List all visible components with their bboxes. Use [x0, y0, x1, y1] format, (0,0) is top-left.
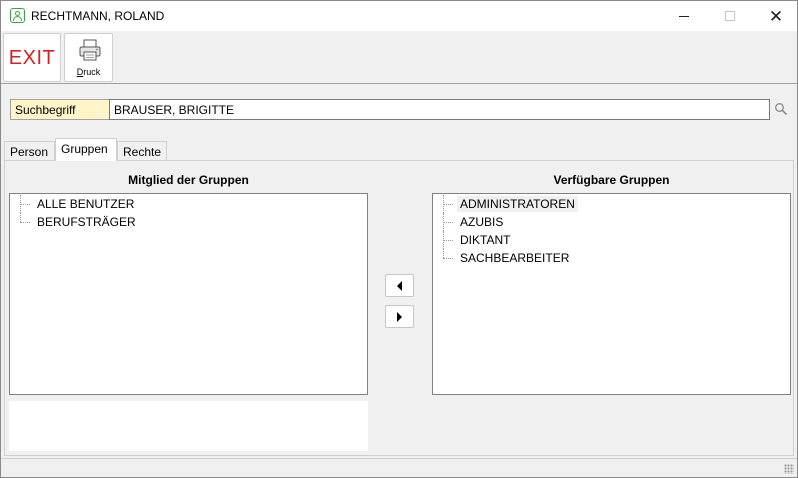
available-groups-title: Verfügbare Gruppen [553, 173, 670, 187]
title-bar[interactable]: RECHTMANN, ROLAND ✕ [1, 1, 797, 31]
maximize-icon [725, 11, 735, 21]
member-groups-list[interactable]: ALLE BENUTZER BERUFSTRÄGER [9, 193, 368, 395]
available-groups-list[interactable]: ADMINISTRATOREN AZUBIS DIKTANT SACHBEARB… [432, 193, 791, 395]
list-item[interactable]: ALLE BENUTZER [20, 195, 137, 213]
tree-item-label: SACHBEARBEITER [460, 251, 570, 265]
exit-label: EXIT [8, 47, 56, 69]
resize-grip-icon[interactable] [784, 464, 794, 474]
tab-gruppen[interactable]: Gruppen [55, 138, 117, 161]
tree-item-label: DIKTANT [460, 233, 511, 247]
member-groups-title: Mitglied der Gruppen [128, 173, 249, 187]
info-panel [9, 401, 368, 451]
add-to-member-button[interactable] [385, 274, 414, 297]
list-item[interactable]: DIKTANT [443, 231, 513, 249]
close-icon: ✕ [768, 6, 784, 26]
maximize-button[interactable] [707, 1, 753, 31]
exit-button[interactable]: EXIT [3, 33, 61, 82]
search-button[interactable] [772, 100, 790, 118]
printer-icon [79, 39, 101, 61]
status-bar [1, 458, 797, 477]
magnifier-icon [775, 103, 788, 116]
tree-item-label: BERUFSTRÄGER [37, 215, 136, 229]
list-item[interactable]: AZUBIS [443, 213, 506, 231]
print-button[interactable]: Druck [64, 33, 113, 82]
search-label: Suchbegriff [10, 99, 110, 120]
search-input[interactable] [109, 99, 770, 120]
tree-item-label: ADMINISTRATOREN [457, 196, 578, 212]
main-window: RECHTMANN, ROLAND ✕ EXIT Druck Suchbegri… [0, 0, 798, 478]
list-item[interactable]: BERUFSTRÄGER [20, 213, 139, 231]
arrow-right-icon [397, 311, 402, 322]
remove-from-member-button[interactable] [385, 305, 414, 328]
tree-item-label: ALLE BENUTZER [37, 197, 135, 211]
toolbar: EXIT Druck [1, 31, 797, 84]
list-item[interactable]: SACHBEARBEITER [443, 249, 572, 267]
tab-person[interactable]: Person [4, 141, 55, 161]
close-button[interactable]: ✕ [753, 1, 798, 31]
tab-rechte[interactable]: Rechte [117, 141, 167, 161]
minimize-button[interactable] [661, 1, 707, 31]
user-card-icon [10, 8, 25, 23]
tree-item-label: AZUBIS [460, 215, 504, 229]
list-item[interactable]: ADMINISTRATOREN [443, 195, 578, 213]
minimize-icon [679, 15, 689, 17]
print-label: Druck [76, 67, 101, 77]
window-title: RECHTMANN, ROLAND [31, 9, 165, 23]
arrow-left-icon [397, 280, 402, 291]
